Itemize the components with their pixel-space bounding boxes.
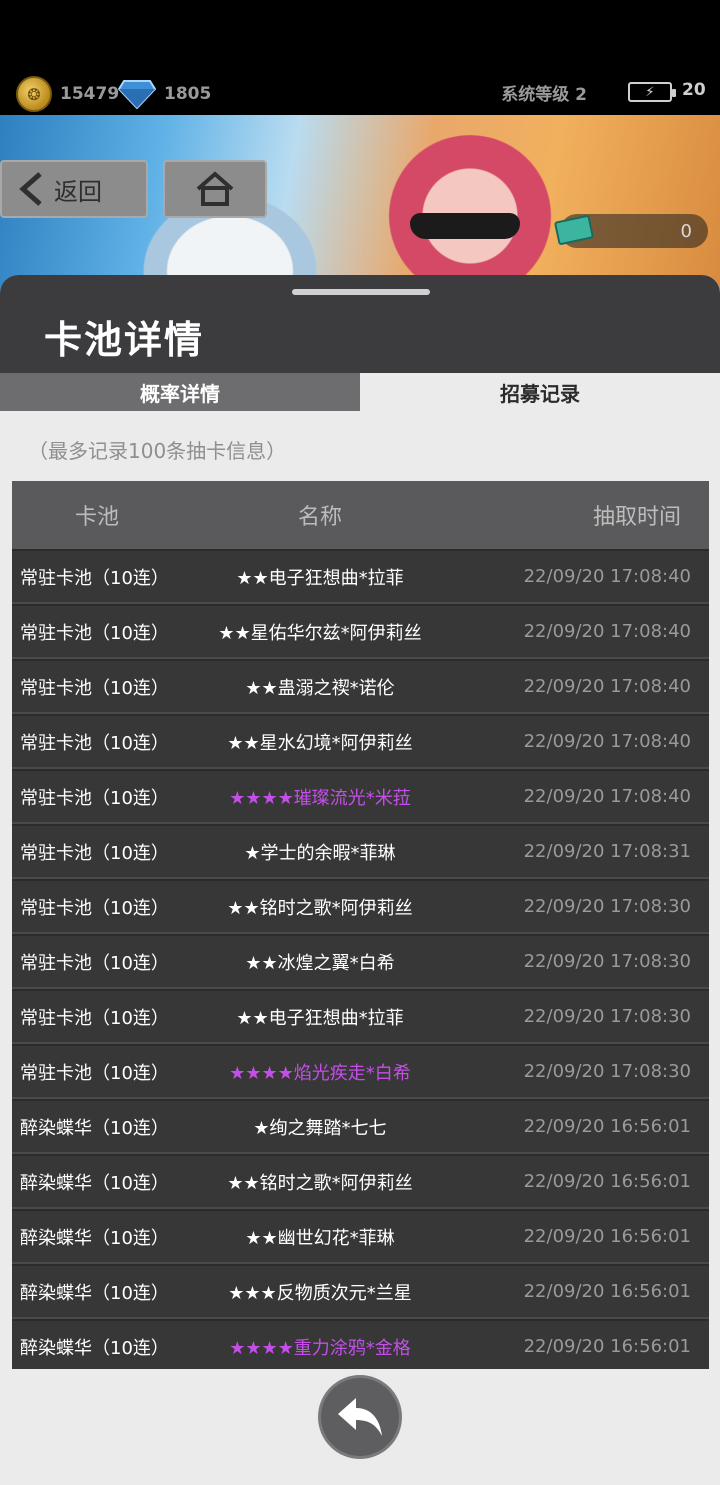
return-button[interactable]	[318, 1375, 402, 1459]
coin-counter: ❂ 15479	[16, 76, 119, 112]
row-time: 22/09/20 17:08:30	[523, 951, 691, 972]
row-card-name: ★学士的余暇*菲琳	[244, 842, 396, 864]
drag-handle[interactable]	[292, 289, 430, 295]
table-row: 常驻卡池（10连） ★★星水幻境*阿伊莉丝 22/09/20 17:08:40	[12, 716, 709, 769]
table-row: 常驻卡池（10连） ★★冰煌之翼*白希 22/09/20 17:08:30	[12, 936, 709, 989]
row-pool: 常驻卡池（10连）	[20, 677, 169, 699]
row-card-name: ★★★★重力涂鸦*金格	[229, 1337, 411, 1359]
system-level: 系统等级 2	[501, 85, 587, 105]
row-card-name: ★★星佑华尔兹*阿伊莉丝	[218, 622, 422, 644]
row-card-name: ★★★★璀璨流光*米菈	[229, 787, 411, 809]
back-label: 返回	[54, 177, 102, 206]
row-pool: 醉染蝶华（10连）	[20, 1282, 169, 1304]
row-card-name: ★★蛊溺之禊*诺伦	[245, 677, 395, 699]
return-icon	[338, 1398, 382, 1436]
row-card-name: ★★星水幻境*阿伊莉丝	[227, 732, 413, 754]
table-body: 常驻卡池（10连） ★★电子狂想曲*拉菲 22/09/20 17:08:40 常驻卡池…	[12, 551, 709, 1369]
row-time: 22/09/20 17:08:30	[523, 1061, 691, 1082]
row-pool: 醉染蝶华（10连）	[20, 1227, 169, 1249]
row-pool: 醉染蝶华（10连）	[20, 1337, 169, 1359]
coin-icon: ❂	[16, 76, 52, 112]
table-row: 醉染蝶华（10连） ★绚之舞踏*七七 22/09/20 16:56:01	[12, 1101, 709, 1154]
back-arrow-icon	[19, 172, 42, 206]
header-name: 名称	[297, 505, 342, 530]
table-row: 常驻卡池（10连） ★★★★焰光疾走*白希 22/09/20 17:08:30	[12, 1046, 709, 1099]
row-card-name: ★★电子狂想曲*拉菲	[236, 567, 404, 589]
battery-value: 20	[682, 80, 706, 100]
coin-amount: 15479	[60, 84, 120, 104]
row-pool: 常驻卡池（10连）	[20, 567, 169, 589]
recruit-record-table: 卡池 名称 抽取时间 常驻卡池（10连） ★★电子狂想曲*拉菲 22/09/20 1…	[12, 481, 709, 1369]
tab-probability[interactable]: 概率详情	[0, 373, 360, 411]
row-pool: 常驻卡池（10连）	[20, 622, 169, 644]
row-time: 22/09/20 17:08:40	[523, 621, 691, 642]
gem-amount: 1805	[164, 84, 212, 104]
row-card-name: ★★★★焰光疾走*白希	[229, 1062, 411, 1084]
home-icon	[196, 171, 234, 206]
row-pool: 常驻卡池（10连）	[20, 732, 169, 754]
row-card-name: ★★幽世幻花*菲琳	[245, 1227, 395, 1249]
table-row: 常驻卡池（10连） ★★电子狂想曲*拉菲 22/09/20 17:08:40	[12, 551, 709, 604]
row-time: 22/09/20 17:08:40	[523, 566, 691, 587]
row-time: 22/09/20 16:56:01	[523, 1281, 691, 1302]
row-card-name: ★★★反物质次元*兰星	[228, 1282, 412, 1304]
panel-title: 卡池详情	[44, 318, 205, 362]
row-time: 22/09/20 16:56:01	[523, 1171, 691, 1192]
row-pool: 常驻卡池（10连）	[20, 1007, 169, 1029]
row-time: 22/09/20 17:08:31	[523, 841, 691, 862]
table-row: 常驻卡池（10连） ★★星佑华尔兹*阿伊莉丝 22/09/20 17:08:40	[12, 606, 709, 659]
battery-icon: ⚡	[628, 82, 676, 102]
row-pool: 常驻卡池（10连）	[20, 897, 169, 919]
gem-icon	[118, 80, 156, 109]
home-button[interactable]	[163, 160, 267, 218]
row-pool: 常驻卡池（10连）	[20, 787, 169, 809]
row-time: 22/09/20 16:56:01	[523, 1116, 691, 1137]
row-pool: 醉染蝶华（10连）	[20, 1117, 169, 1139]
tab-bar: 概率详情 招募记录	[0, 373, 720, 411]
table-row: 醉染蝶华（10连） ★★幽世幻花*菲琳 22/09/20 16:56:01	[12, 1211, 709, 1264]
gem-counter: 1805	[118, 76, 211, 112]
record-limit-note: （最多记录100条抽卡信息）	[28, 439, 287, 463]
panel-header: 卡池详情	[0, 275, 720, 373]
header-time: 抽取时间	[592, 505, 681, 530]
row-card-name: ★绚之舞踏*七七	[253, 1117, 387, 1139]
character-glasses	[410, 213, 520, 239]
row-pool: 常驻卡池（10连）	[20, 842, 169, 864]
row-card-name: ★★冰煌之翼*白希	[245, 952, 395, 974]
row-pool: 醉染蝶华（10连）	[20, 1172, 169, 1194]
row-time: 22/09/20 17:08:40	[523, 786, 691, 807]
row-time: 22/09/20 16:56:01	[523, 1336, 691, 1357]
back-button[interactable]: 返回	[0, 160, 148, 218]
row-pool: 常驻卡池（10连）	[20, 1062, 169, 1084]
ticket-count: 0	[680, 220, 692, 242]
table-row: 常驻卡池（10连） ★学士的余暇*菲琳 22/09/20 17:08:31	[12, 826, 709, 879]
table-row: 醉染蝶华（10连） ★★铭时之歌*阿伊莉丝 22/09/20 16:56:01	[12, 1156, 709, 1209]
row-card-name: ★★电子狂想曲*拉菲	[236, 1007, 404, 1029]
row-card-name: ★★铭时之歌*阿伊莉丝	[227, 1172, 413, 1194]
row-card-name: ★★铭时之歌*阿伊莉丝	[227, 897, 413, 919]
table-row: 常驻卡池（10连） ★★★★璀璨流光*米菈 22/09/20 17:08:40	[12, 771, 709, 824]
table-row: 常驻卡池（10连） ★★铭时之歌*阿伊莉丝 22/09/20 17:08:30	[12, 881, 709, 934]
table-row: 醉染蝶华（10连） ★★★★重力涂鸦*金格 22/09/20 16:56:01	[12, 1321, 709, 1369]
row-time: 22/09/20 17:08:40	[523, 676, 691, 697]
table-row: 常驻卡池（10连） ★★电子狂想曲*拉菲 22/09/20 17:08:30	[12, 991, 709, 1044]
row-time: 22/09/20 17:08:30	[523, 896, 691, 917]
top-status-bar: ❂ 15479 1805 系统等级 2 ⚡ 20	[0, 0, 720, 125]
tab-recruit-record[interactable]: 招募记录	[360, 373, 720, 411]
header-pool: 卡池	[74, 505, 119, 530]
table-row: 常驻卡池（10连） ★★蛊溺之禊*诺伦 22/09/20 17:08:40	[12, 661, 709, 714]
row-time: 22/09/20 17:08:40	[523, 731, 691, 752]
table-header: 卡池 名称 抽取时间	[12, 481, 709, 549]
table-row: 醉染蝶华（10连） ★★★反物质次元*兰星 22/09/20 16:56:01	[12, 1266, 709, 1319]
pool-details-panel: 卡池详情 概率详情 招募记录 （最多记录100条抽卡信息） 卡池 名称 抽取时间…	[0, 275, 720, 1485]
row-time: 22/09/20 16:56:01	[523, 1226, 691, 1247]
row-pool: 常驻卡池（10连）	[20, 952, 169, 974]
row-time: 22/09/20 17:08:30	[523, 1006, 691, 1027]
